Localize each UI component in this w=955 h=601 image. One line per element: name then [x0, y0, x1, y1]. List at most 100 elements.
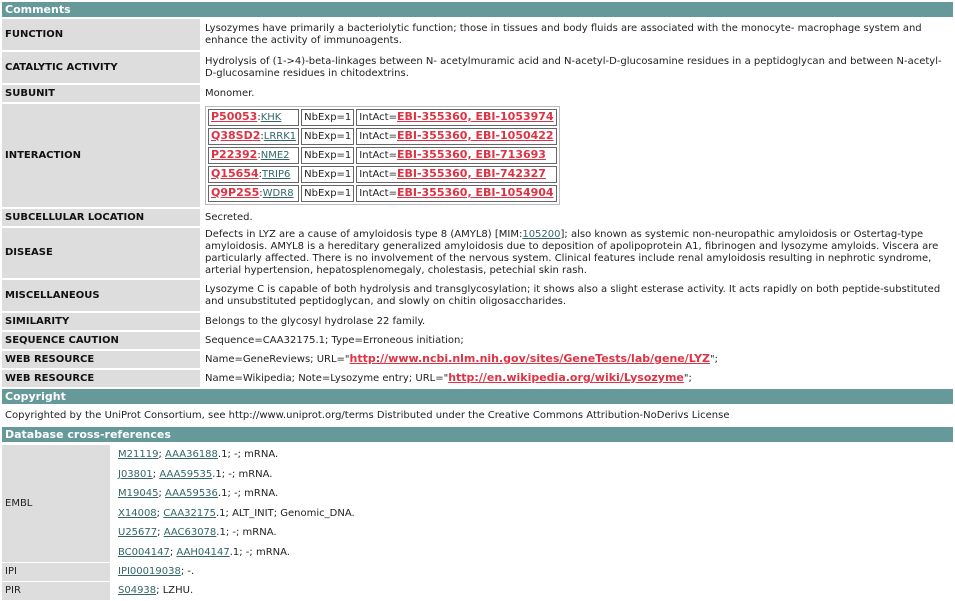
comment-value: Belongs to the glycosyl hydrolase 22 fam…: [200, 313, 953, 330]
intact-cell: IntAct=EBI-355360, EBI-1050422: [356, 128, 557, 145]
intact-cell: IntAct=EBI-355360, EBI-713693: [356, 147, 557, 164]
intact-link[interactable]: EBI-355360, EBI-742327: [397, 167, 546, 180]
intact-link[interactable]: EBI-355360, EBI-1050422: [397, 129, 554, 142]
comment-row-interaction: INTERACTION P50053:KHK NbExp=1 IntAct=EB…: [2, 104, 953, 207]
comment-label: SUBCELLULAR LOCATION: [2, 209, 200, 226]
comment-label: WEB RESOURCE: [2, 351, 200, 368]
embl-id-link[interactable]: BC004147: [118, 547, 170, 558]
intact-prefix: IntAct=: [359, 150, 397, 161]
xref-row-pir: PIR S04938; LZHU.: [2, 582, 953, 600]
embl-entry: X14008; CAA32175.1; ALT_INIT; Genomic_DN…: [118, 507, 355, 519]
xref-label: EMBL: [2, 445, 110, 562]
comment-label: SUBUNIT: [2, 85, 200, 102]
comment-label: INTERACTION: [2, 104, 200, 207]
xref-value: IPI00019038; -.: [110, 563, 953, 581]
intact-prefix: IntAct=: [359, 112, 397, 123]
embl-entry: M19045; AAA59536.1; -; mRNA.: [118, 488, 279, 499]
pir-rest: ; LZHU.: [156, 585, 194, 596]
interaction-table: P50053:KHK NbExp=1 IntAct=EBI-355360, EB…: [205, 106, 560, 205]
nbexp-cell: NbExp=1: [301, 109, 355, 126]
comment-value: Hydrolysis of (1->4)-beta-linkages betwe…: [200, 52, 953, 83]
comment-label: WEB RESOURCE: [2, 370, 200, 387]
gene-link[interactable]: NME2: [261, 150, 290, 161]
nbexp-cell: NbExp=1: [301, 166, 355, 183]
nbexp-cell: NbExp=1: [301, 128, 355, 145]
interactor-cell: Q15654:TRIP6: [208, 166, 300, 183]
embl-rest: .1; -; mRNA.: [216, 527, 277, 538]
mim-link[interactable]: 105200: [522, 229, 560, 240]
web-resource-link[interactable]: http://en.wikipedia.org/wiki/Lysozyme: [448, 371, 684, 384]
gene-link[interactable]: KHK: [261, 112, 282, 123]
comment-label: MISCELLANEOUS: [2, 280, 200, 311]
embl-entry: J03801; AAA59535.1; -; mRNA.: [118, 468, 273, 480]
xref-value: S04938; LZHU.: [110, 582, 953, 600]
comment-value: Lysozymes have primarily a bacteriolytic…: [200, 19, 953, 50]
copyright-text: Copyrighted by the UniProt Consortium, s…: [5, 410, 730, 421]
xrefs-header: Database cross-references: [2, 427, 953, 442]
comment-value: Lysozyme C is capable of both hydrolysis…: [200, 280, 953, 311]
comment-row-web-resource: WEB RESOURCE Name=Wikipedia; Note=Lysozy…: [2, 370, 953, 387]
intact-link[interactable]: EBI-355360, EBI-1053974: [397, 110, 554, 123]
embl-entry: U25677; AAC63078.1; -; mRNA.: [118, 527, 277, 538]
intact-prefix: IntAct=: [359, 169, 397, 180]
intact-link[interactable]: EBI-355360, EBI-713693: [397, 148, 546, 161]
interactor-cell: P50053:KHK: [208, 109, 300, 126]
protein-id-link[interactable]: AAA59536: [165, 488, 218, 499]
gene-link[interactable]: TRIP6: [262, 169, 290, 180]
comment-value: Defects in LYZ are a cause of amyloidosi…: [200, 228, 953, 278]
comments-header: Comments: [2, 2, 953, 17]
gene-link[interactable]: WDR8: [263, 188, 294, 199]
comment-value: Name=Wikipedia; Note=Lysozyme entry; URL…: [200, 370, 953, 387]
nbexp-cell: NbExp=1: [301, 185, 355, 202]
protein-id-link[interactable]: AAC63078: [164, 527, 217, 538]
embl-rest: .1; -; mRNA.: [229, 546, 290, 558]
embl-entry: BC004147; AAH04147.1; -; mRNA.: [118, 546, 290, 558]
accession-link[interactable]: Q38SD2: [211, 129, 260, 142]
intact-cell: IntAct=EBI-355360, EBI-1053974: [356, 109, 557, 126]
comment-value: Sequence=CAA32175.1; Type=Erroneous init…: [200, 332, 953, 349]
protein-id-link[interactable]: AAA59535: [159, 469, 212, 480]
xrefs-table: EMBL M21119; AAA36188.1; -; mRNA. J03801…: [2, 444, 953, 601]
accession-link[interactable]: P50053: [211, 110, 257, 123]
intact-link[interactable]: EBI-355360, EBI-1054904: [397, 186, 554, 199]
comment-label: SEQUENCE CAUTION: [2, 332, 200, 349]
accession-link[interactable]: Q9P2S5: [211, 186, 259, 199]
web-text-after: ";: [710, 354, 718, 365]
nbexp-cell: NbExp=1: [301, 147, 355, 164]
embl-rest: .1; -; mRNA.: [217, 488, 279, 499]
web-resource-link[interactable]: http://www.ncbi.nlm.nih.gov/sites/GeneTe…: [350, 352, 711, 365]
pir-link[interactable]: S04938: [118, 585, 156, 596]
interaction-cell: P50053:KHK NbExp=1 IntAct=EBI-355360, EB…: [200, 104, 953, 207]
embl-id-link[interactable]: M21119: [118, 449, 158, 460]
intact-cell: IntAct=EBI-355360, EBI-742327: [356, 166, 557, 183]
comment-label: SIMILARITY: [2, 313, 200, 330]
interaction-row: Q15654:TRIP6 NbExp=1 IntAct=EBI-355360, …: [208, 166, 557, 183]
protein-id-link[interactable]: AAH04147: [176, 547, 229, 558]
accession-link[interactable]: Q15654: [211, 167, 259, 180]
embl-entry: M21119; AAA36188.1; -; mRNA.: [118, 449, 279, 460]
comments-table: FUNCTION Lysozymes have primarily a bact…: [2, 17, 953, 389]
interactor-cell: Q38SD2:LRRK1: [208, 128, 300, 145]
comment-row-sequence-caution: SEQUENCE CAUTION Sequence=CAA32175.1; Ty…: [2, 332, 953, 349]
interactor-cell: P22392:NME2: [208, 147, 300, 164]
comment-label: FUNCTION: [2, 19, 200, 50]
comment-row-miscellaneous: MISCELLANEOUS Lysozyme C is capable of b…: [2, 280, 953, 311]
interaction-row: P50053:KHK NbExp=1 IntAct=EBI-355360, EB…: [208, 109, 557, 126]
ipi-link[interactable]: IPI00019038: [118, 566, 181, 577]
embl-id-link[interactable]: U25677: [118, 527, 157, 538]
gene-link[interactable]: LRRK1: [264, 131, 296, 142]
embl-id-link[interactable]: X14008: [118, 508, 157, 519]
xref-label: PIR: [2, 582, 110, 600]
comment-row-disease: DISEASE Defects in LYZ are a cause of am…: [2, 228, 953, 278]
protein-id-link[interactable]: AAA36188: [165, 449, 218, 460]
embl-id-link[interactable]: M19045: [118, 488, 158, 499]
interaction-row: Q38SD2:LRRK1 NbExp=1 IntAct=EBI-355360, …: [208, 128, 557, 145]
protein-id-link[interactable]: CAA32175: [163, 508, 216, 519]
copyright-header: Copyright: [2, 389, 953, 404]
interaction-row: P22392:NME2 NbExp=1 IntAct=EBI-355360, E…: [208, 147, 557, 164]
accession-link[interactable]: P22392: [211, 148, 257, 161]
ipi-rest: ; -.: [180, 566, 195, 577]
interactor-cell: Q9P2S5:WDR8: [208, 185, 300, 202]
comment-row-catalytic-activity: CATALYTIC ACTIVITY Hydrolysis of (1->4)-…: [2, 52, 953, 83]
embl-id-link[interactable]: J03801: [118, 469, 153, 480]
